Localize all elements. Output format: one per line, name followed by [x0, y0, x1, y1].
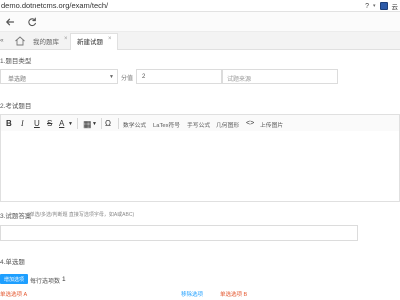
chevron-down-icon[interactable]: ▼: [92, 118, 97, 130]
section-exam-question: 2.考试题目: [0, 103, 32, 110]
toolbar-divider: [118, 118, 119, 129]
url-bar-controls: ? ▾ 云: [365, 1, 398, 11]
omega-icon[interactable]: Ω: [105, 118, 111, 130]
latex-symbol-button[interactable]: LaTex符号: [153, 120, 180, 129]
back-button[interactable]: [3, 15, 17, 29]
score-input[interactable]: 2: [136, 69, 222, 84]
options-per-row-label: 每行选项数: [30, 279, 61, 285]
browser-url-bar[interactable]: demo.dotnetcms.org/exam/tech/ ? ▾ 云: [0, 0, 400, 12]
underline-button[interactable]: U: [34, 118, 40, 130]
handwrite-formula-button[interactable]: 手写公式: [187, 120, 210, 129]
remove-option-link[interactable]: 移除选项: [181, 290, 203, 298]
arrow-left-icon: [5, 18, 15, 26]
tab-close-button[interactable]: ×: [108, 36, 112, 42]
table-icon[interactable]: ▦: [83, 118, 92, 130]
question-type-select[interactable]: 单选题 ▼: [0, 69, 118, 84]
refresh-icon: [28, 17, 36, 27]
toolbar-divider: [77, 118, 78, 129]
tab-my-question-bank[interactable]: 我的题库: [33, 36, 59, 46]
tab-new-question[interactable]: 新建试题: [77, 36, 103, 46]
chevron-down-icon: ▼: [109, 74, 114, 80]
tab-close-button[interactable]: ×: [64, 36, 68, 42]
url-text[interactable]: demo.dotnetcms.org/exam/tech/: [1, 1, 108, 10]
code-icon[interactable]: <>: [246, 118, 254, 130]
section-question-type: 1.题目类型: [0, 58, 32, 65]
section-single-choice: 4.单选题: [0, 259, 25, 266]
math-formula-button[interactable]: 数学公式: [123, 120, 146, 129]
source-placeholder: 试题来源: [227, 77, 252, 83]
home-icon[interactable]: [14, 35, 26, 47]
upload-image-button[interactable]: 上传图片: [260, 120, 283, 129]
section-answer: 3.试题答案: [0, 213, 32, 220]
option-a-label: 单选选项 A: [0, 292, 28, 298]
toolbar-divider: [101, 118, 102, 129]
page-tab-bar: « 我的题库 × 新建试题 ×: [0, 32, 400, 50]
source-input[interactable]: 试题来源: [222, 69, 338, 84]
language-indicator[interactable]: 云: [392, 1, 399, 11]
bold-button[interactable]: B: [6, 118, 12, 130]
italic-button[interactable]: I: [21, 118, 24, 130]
question-editor[interactable]: [0, 131, 400, 202]
strikethrough-button[interactable]: S: [47, 118, 52, 130]
add-option-button[interactable]: 增加选项: [0, 274, 28, 284]
help-icon[interactable]: ?: [365, 3, 369, 10]
question-type-value: 单选题: [8, 77, 27, 83]
chevron-down-icon[interactable]: ▼: [68, 118, 73, 130]
browser-navigation-bar: [0, 12, 400, 32]
chevron-down-icon[interactable]: ▾: [373, 3, 376, 9]
extension-icon[interactable]: [379, 2, 388, 10]
font-color-button[interactable]: A: [59, 118, 64, 130]
answer-input[interactable]: [0, 225, 358, 241]
options-per-row-value[interactable]: 1: [62, 276, 66, 283]
score-label: 分值: [121, 76, 134, 82]
tab-scroll-left[interactable]: «: [0, 37, 4, 44]
geometry-button[interactable]: 几何图形: [216, 120, 239, 129]
option-b-label: 单选选项 B: [220, 292, 248, 298]
score-value: 2: [142, 74, 146, 80]
answer-hint: (单选/多选/判断题 直接写选项字母，如A或ABC): [28, 212, 135, 218]
editor-toolbar: B I U S A ▼ ▦ ▼ Ω 数学公式 LaTex符号 手写公式 几何图形…: [0, 114, 400, 132]
refresh-button[interactable]: [25, 15, 39, 29]
